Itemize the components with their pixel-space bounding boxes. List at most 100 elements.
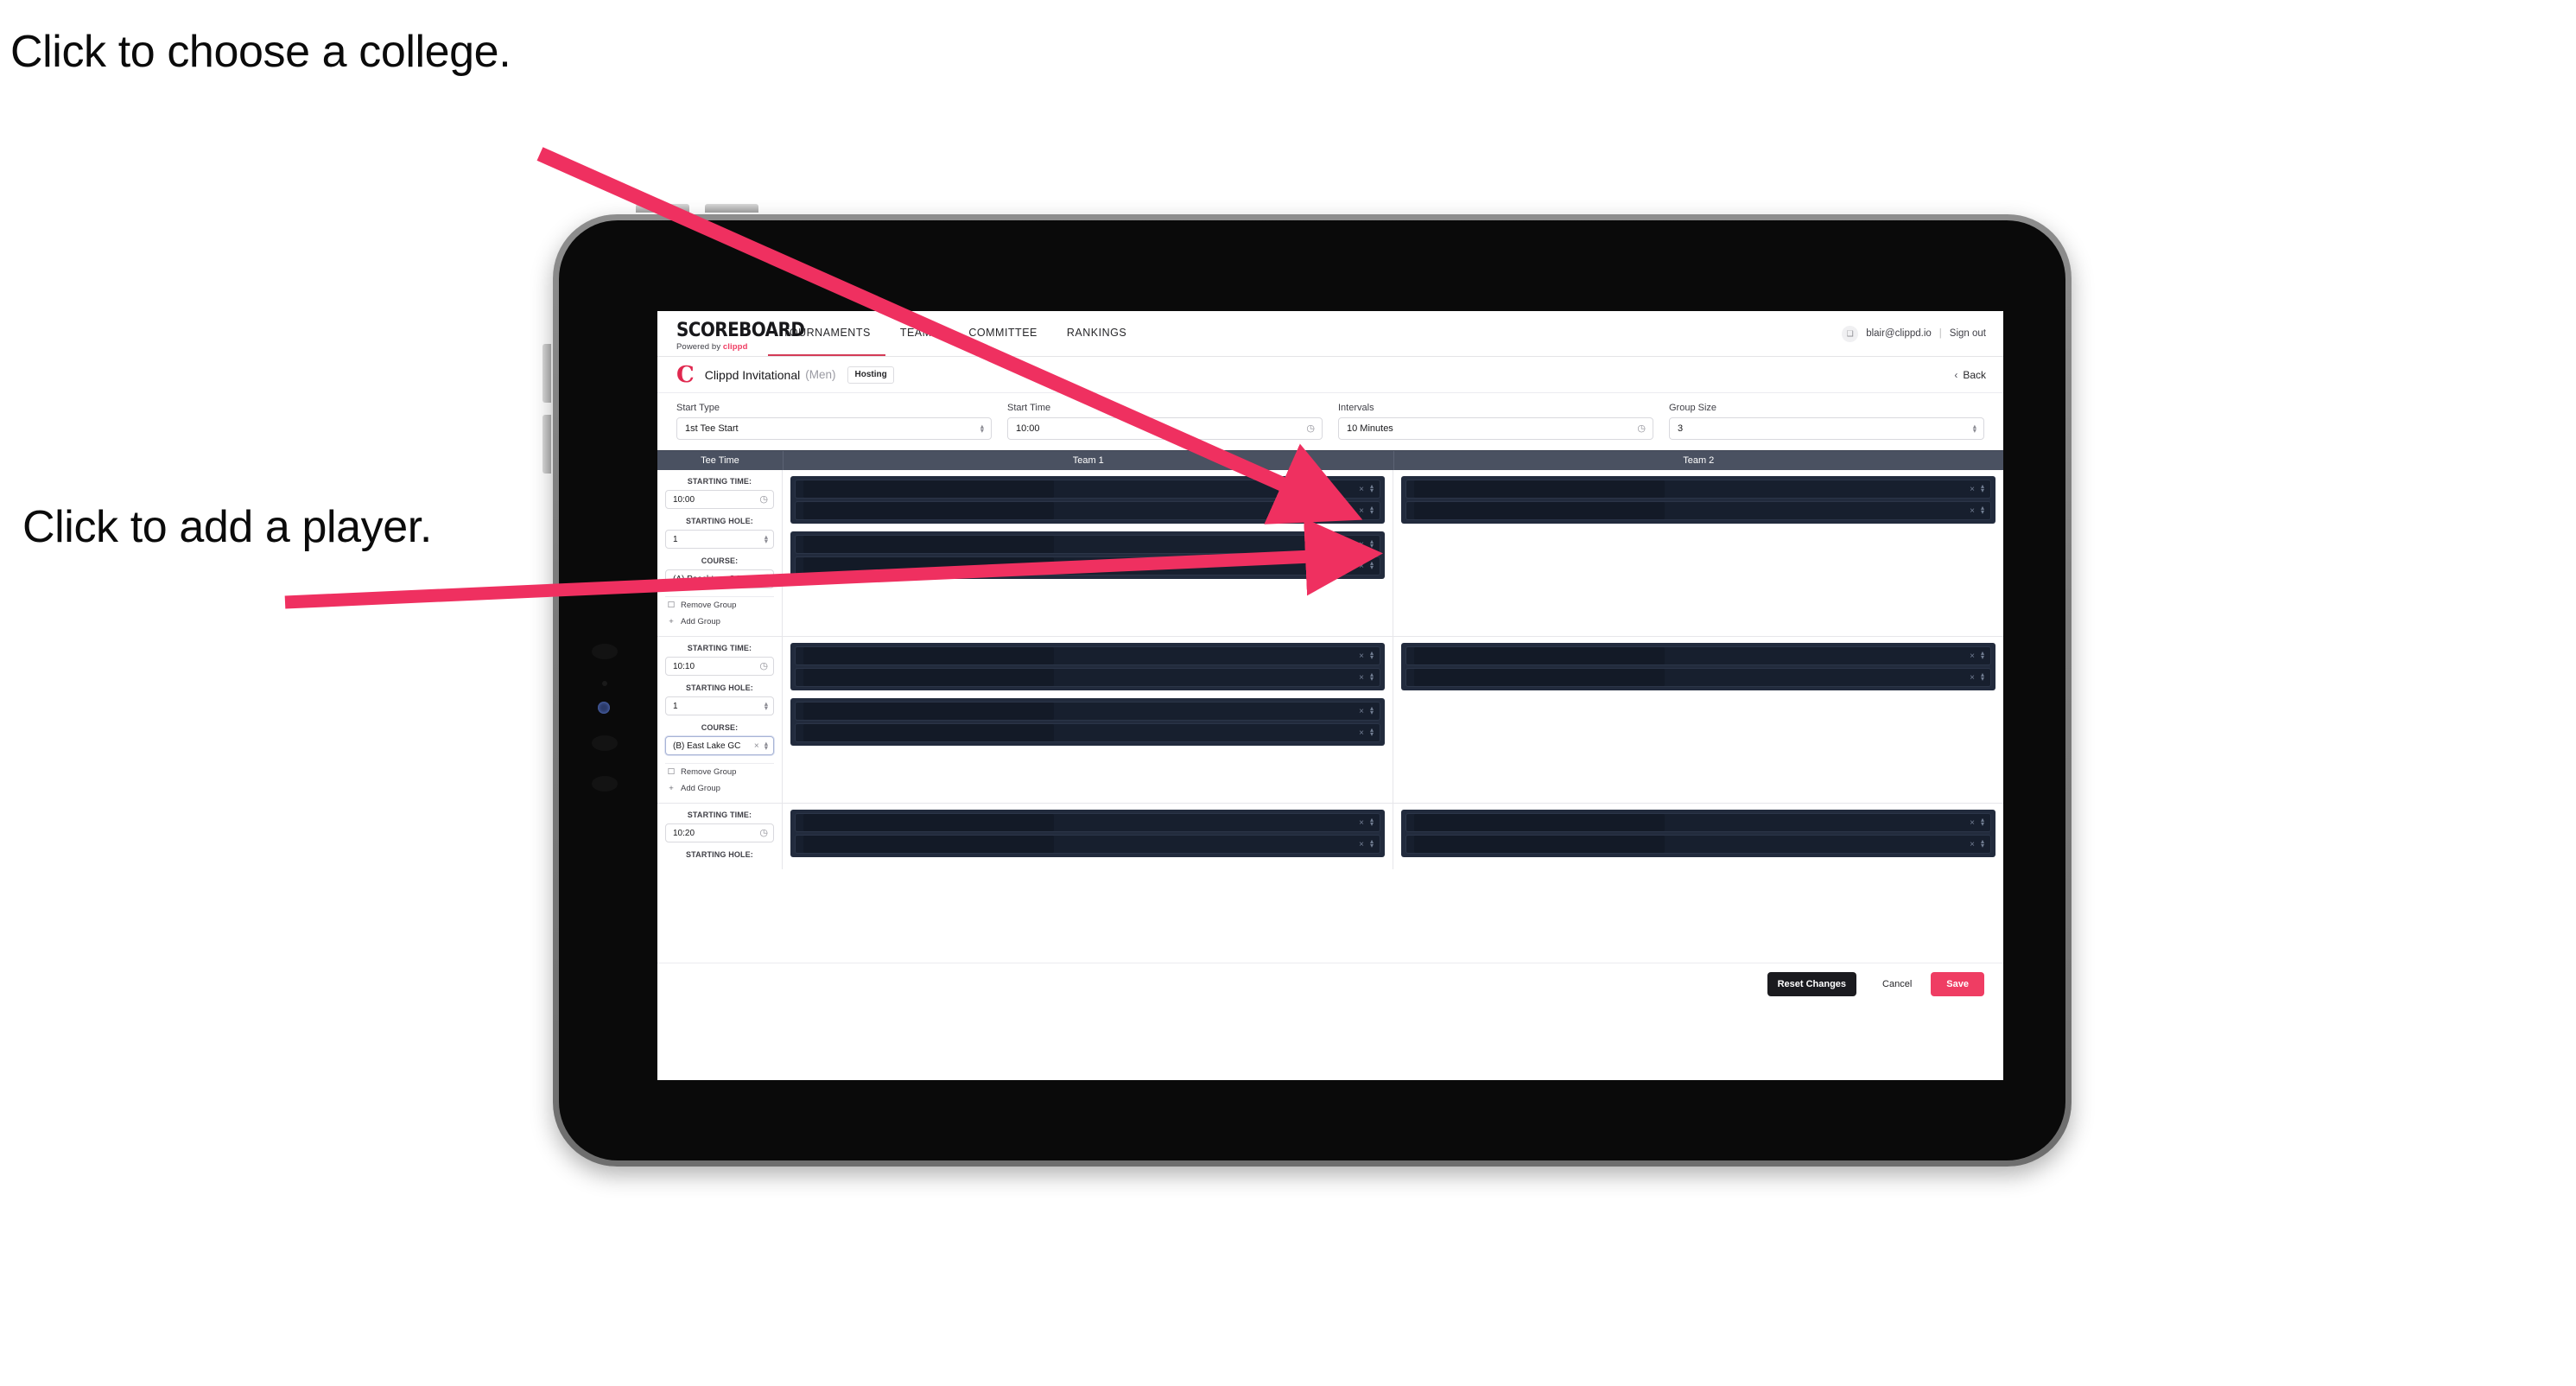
player-slot[interactable]: × ▴ ▾ [795,480,1380,499]
player-name-field[interactable] [803,814,1055,831]
back-button[interactable]: ‹ Back [1954,369,1986,381]
clear-player-icon[interactable]: × [1359,540,1364,550]
player-slot[interactable]: × ▴ ▾ [1405,501,1991,520]
player-subgroup[interactable]: × ▴ ▾ × ▴ ▾ [790,476,1385,524]
player-name-field[interactable] [1414,647,1666,664]
starting-hole-input[interactable]: 1 ▴ ▾ [665,696,774,715]
player-slot[interactable]: × ▴ ▾ [1405,646,1991,665]
player-slot[interactable]: × ▴ ▾ [795,646,1380,665]
player-name-field[interactable] [1414,814,1666,831]
starting-hole-input[interactable]: 1 ▴ ▾ [665,530,774,549]
course-select[interactable]: (A) Peachtree GC × ▴ ▾ [665,569,774,588]
player-slot[interactable]: × ▴ ▾ [1405,835,1991,854]
clear-player-icon[interactable]: × [1970,840,1975,849]
clear-player-icon[interactable]: × [1359,818,1364,828]
add-group-button[interactable]: + Add Group [665,614,774,630]
remove-group-button[interactable]: ☐ Remove Group [665,763,774,780]
chevron-updown-icon[interactable]: ▴ ▾ [1370,671,1374,683]
clear-player-icon[interactable]: × [1359,707,1364,716]
save-button[interactable]: Save [1931,971,1984,996]
player-subgroup[interactable]: × ▴ ▾ × ▴ ▾ [790,810,1385,857]
intervals-input[interactable]: 10 Minutes ◷ [1338,417,1653,440]
cancel-button[interactable]: Cancel [1869,972,1926,996]
player-slot[interactable]: × ▴ ▾ [795,702,1380,721]
clear-player-icon[interactable]: × [1970,506,1975,516]
chevron-updown-icon[interactable]: ▴ ▾ [765,572,768,584]
player-subgroup[interactable]: × ▴ ▾ × ▴ ▾ [1401,810,1995,857]
course-select[interactable]: (B) East Lake GC × ▴ ▾ [665,736,774,755]
remove-group-button[interactable]: ☐ Remove Group [665,596,774,614]
starting-time-input[interactable]: 10:10 ◷ [665,657,774,676]
nav-tab-teams[interactable]: TEAMS [885,311,955,356]
clear-player-icon[interactable]: × [1359,840,1364,849]
clear-player-icon[interactable]: × [1359,506,1364,516]
chevron-updown-icon[interactable]: ▴ ▾ [1370,727,1374,738]
clear-player-icon[interactable]: × [1970,673,1975,683]
player-name-field[interactable] [1414,836,1666,853]
player-subgroup[interactable]: × ▴ ▾ × ▴ ▾ [1401,643,1995,690]
player-slot[interactable]: × ▴ ▾ [795,723,1380,742]
player-name-field[interactable] [803,480,1055,498]
player-subgroup[interactable]: × ▴ ▾ × ▴ ▾ [1401,476,1995,524]
player-slot[interactable]: × ▴ ▾ [1405,813,1991,832]
chevron-updown-icon[interactable]: ▴ ▾ [1981,838,1984,849]
chevron-updown-icon[interactable]: ▴ ▾ [765,739,768,751]
player-subgroup[interactable]: × ▴ ▾ × ▴ ▾ [790,698,1385,746]
clear-player-icon[interactable]: × [1359,673,1364,683]
app-logo[interactable]: SCOREBOARD Powered by clippd [657,311,805,356]
chevron-updown-icon[interactable]: ▴ ▾ [765,699,768,711]
sign-out-link[interactable]: Sign out [1950,328,1986,339]
chevron-updown-icon[interactable]: ▴ ▾ [1981,483,1984,494]
player-name-field[interactable] [803,647,1055,664]
player-subgroup[interactable]: × ▴ ▾ × ▴ ▾ [790,643,1385,690]
start-type-select[interactable]: 1st Tee Start ▴ ▾ [676,417,992,440]
add-group-button[interactable]: + Add Group [665,780,774,797]
volume-down-button[interactable] [542,415,551,474]
volume-up-button[interactable] [542,344,551,403]
nav-tab-committee[interactable]: COMMITTEE [954,311,1052,356]
group-size-select[interactable]: 3 ▴ ▾ [1669,417,1984,440]
player-name-field[interactable] [1414,480,1666,498]
player-slot[interactable]: × ▴ ▾ [795,668,1380,687]
clear-player-icon[interactable]: × [1970,485,1975,494]
top-button-1[interactable] [636,204,689,213]
player-subgroup[interactable]: × ▴ ▾ × ▴ ▾ [790,531,1385,579]
chevron-updown-icon[interactable]: ▴ ▾ [1981,671,1984,683]
player-slot[interactable]: × ▴ ▾ [795,556,1380,575]
chevron-updown-icon[interactable]: ▴ ▾ [1370,505,1374,516]
player-name-field[interactable] [803,557,1055,575]
clear-player-icon[interactable]: × [1359,652,1364,661]
start-time-input[interactable]: 10:00 ◷ [1007,417,1323,440]
chevron-updown-icon[interactable]: ▴ ▾ [1370,838,1374,849]
starting-time-input[interactable]: 10:20 ◷ [665,823,774,842]
clear-player-icon[interactable]: × [1359,485,1364,494]
clear-player-icon[interactable]: × [1359,728,1364,738]
chevron-updown-icon[interactable]: ▴ ▾ [1370,483,1374,494]
nav-tab-rankings[interactable]: RANKINGS [1052,311,1141,356]
clear-course-icon[interactable]: × [754,741,759,751]
clock-icon[interactable]: ◷ [759,661,768,671]
reset-changes-button[interactable]: Reset Changes [1767,971,1857,996]
chevron-updown-icon[interactable]: ▴ ▾ [765,532,768,544]
top-button-2[interactable] [705,204,758,213]
player-slot[interactable]: × ▴ ▾ [1405,480,1991,499]
chevron-updown-icon[interactable]: ▴ ▾ [1370,650,1374,661]
player-name-field[interactable] [803,669,1055,686]
clear-course-icon[interactable]: × [754,575,759,584]
clock-icon[interactable]: ◷ [759,828,768,838]
chevron-updown-icon[interactable]: ▴ ▾ [1370,705,1374,716]
starting-time-input[interactable]: 10:00 ◷ [665,490,774,509]
chevron-updown-icon[interactable]: ▴ ▾ [1370,817,1374,828]
clear-player-icon[interactable]: × [1970,652,1975,661]
chevron-updown-icon[interactable]: ▴ ▾ [1981,817,1984,828]
player-name-field[interactable] [803,703,1055,720]
avatar[interactable]: ❑ [1842,325,1859,342]
player-slot[interactable]: × ▴ ▾ [795,535,1380,554]
clear-player-icon[interactable]: × [1359,562,1364,571]
player-slot[interactable]: × ▴ ▾ [795,813,1380,832]
player-name-field[interactable] [803,502,1055,519]
player-slot[interactable]: × ▴ ▾ [1405,668,1991,687]
player-name-field[interactable] [1414,502,1666,519]
chevron-updown-icon[interactable]: ▴ ▾ [1981,505,1984,516]
chevron-updown-icon[interactable]: ▴ ▾ [1370,560,1374,571]
